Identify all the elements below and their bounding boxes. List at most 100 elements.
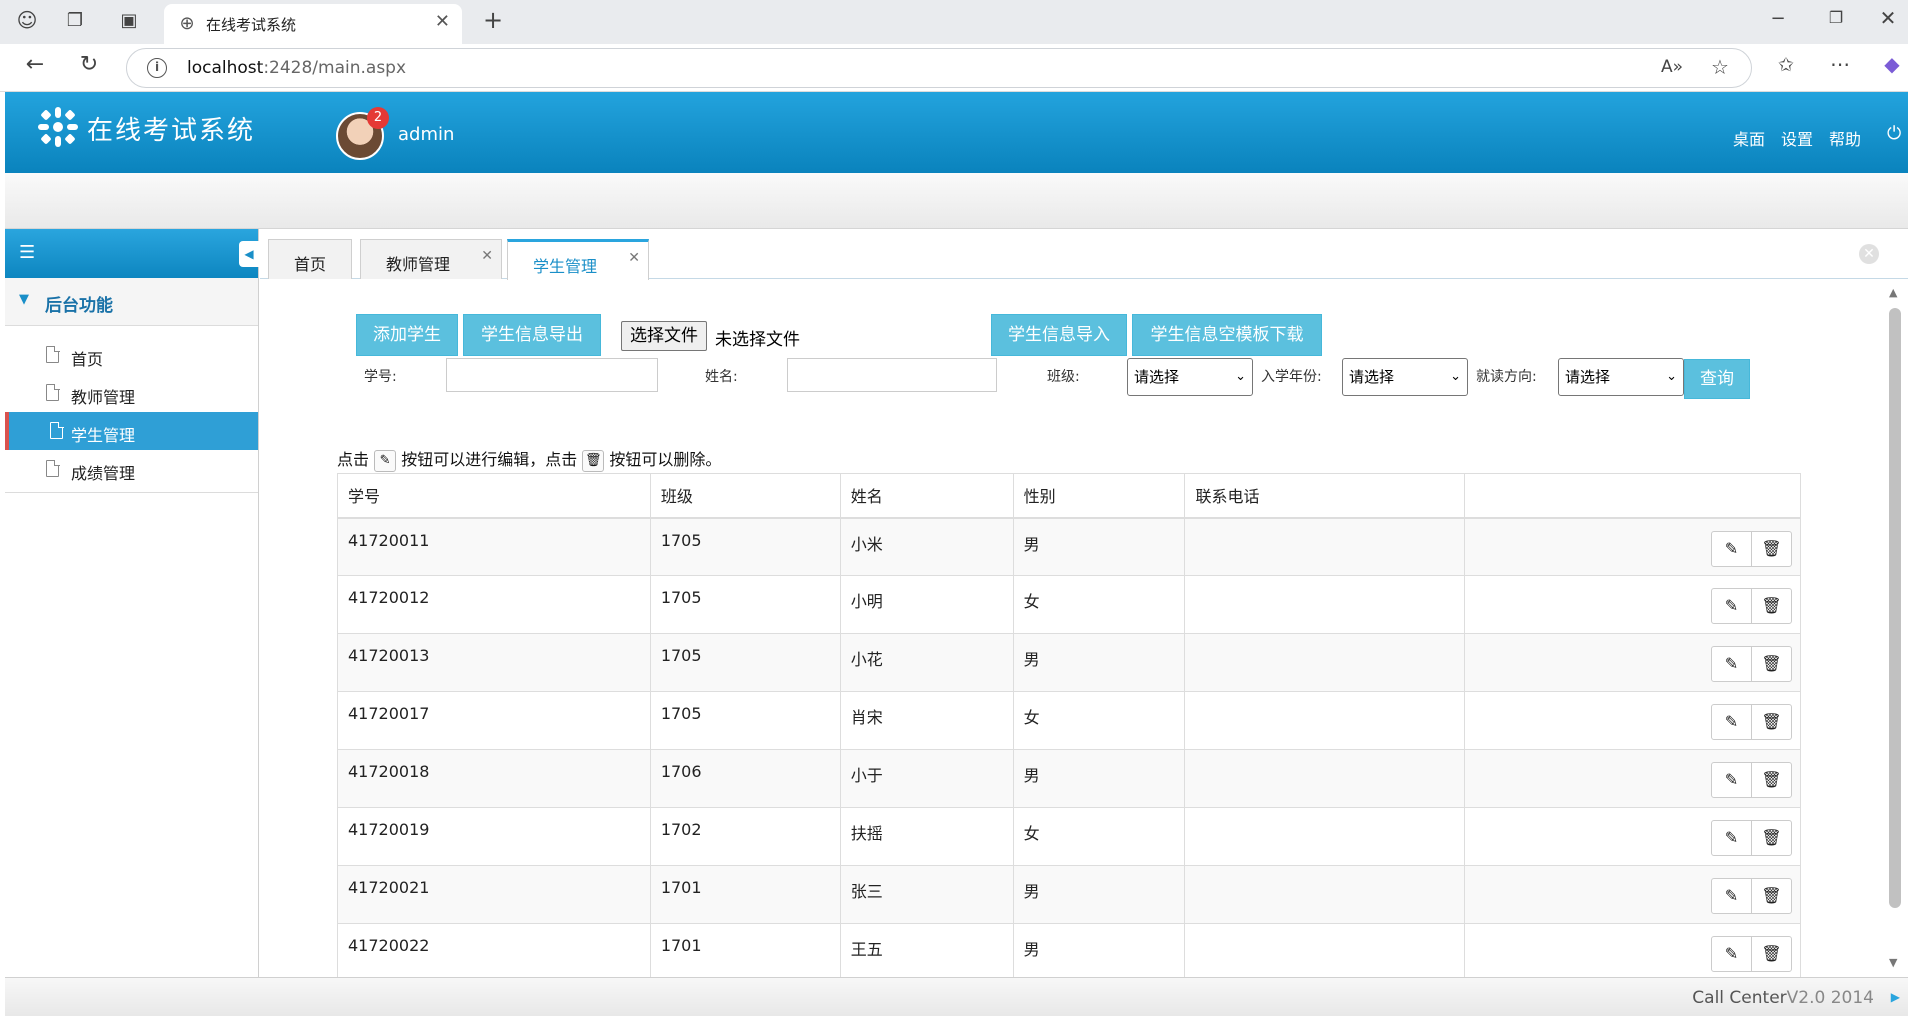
delete-button[interactable]: 🗑 [1751, 820, 1792, 856]
template-download-button[interactable]: 学生信息空模板下载 [1132, 314, 1322, 356]
sidebar-divider [5, 492, 258, 493]
collections-icon[interactable]: ❐ [62, 10, 88, 34]
app-title: 在线考试系统 [87, 116, 256, 146]
student-no-label: 学号: [364, 369, 397, 385]
more-icon[interactable]: ⋯ [1826, 52, 1854, 80]
delete-button[interactable]: 🗑 [1751, 704, 1792, 740]
add-student-button[interactable]: 添加学生 [356, 314, 458, 356]
scrollbar-thumb[interactable] [1889, 308, 1901, 908]
profile-icon[interactable]: ☺ [12, 8, 42, 36]
sidebar-section-header[interactable]: ▼ 后台功能 [5, 278, 258, 326]
chevron-down-icon: ⌄ [1235, 369, 1246, 384]
address-bar[interactable]: i localhost:2428/main.aspx A» ☆ [126, 48, 1752, 88]
close-all-tabs-icon[interactable]: ✕ [1859, 244, 1879, 264]
reload-icon[interactable]: ↻ [74, 52, 104, 82]
tab-students[interactable]: 学生管理 ✕ [507, 239, 649, 280]
table-cell: 男 [1012, 749, 1186, 808]
read-aloud-icon[interactable]: A» [1659, 57, 1685, 81]
student-table: 学号 班级 姓名 性别 联系电话 41720011 1705 小米男 ✎ 🗑 417200… [337, 473, 1801, 977]
sidebar-item-grades[interactable]: 成绩管理 [5, 450, 258, 488]
close-tab-icon[interactable]: ✕ [628, 250, 640, 266]
browser-tab-active[interactable]: ⊕ 在线考试系统 ✕ [164, 4, 462, 44]
hint-text: 点击 ✎ 按钮可以进行编辑，点击 🗑 按钮可以删除。 [337, 446, 721, 472]
table-cell: 1705 [649, 691, 841, 750]
table-cell: 41720019 [337, 807, 651, 866]
delete-button[interactable]: 🗑 [1751, 762, 1792, 798]
year-label: 入学年份: [1261, 369, 1322, 385]
edit-button[interactable]: ✎ [1711, 646, 1752, 682]
export-button[interactable]: 学生信息导出 [463, 314, 601, 356]
edit-button[interactable]: ✎ [1711, 762, 1752, 798]
window-close-icon[interactable]: ✕ [1874, 6, 1902, 36]
footer-arrow-icon[interactable]: ▶ [1891, 990, 1900, 1004]
sidebar-toolbar: ☰ ◀ [5, 229, 259, 278]
restore-icon[interactable]: ❐ [1822, 8, 1850, 34]
tab-label: 首页 [293, 255, 326, 274]
import-button[interactable]: 学生信息导入 [991, 314, 1127, 356]
scroll-up-icon[interactable]: ▲ [1889, 286, 1897, 299]
nav-settings[interactable]: 设置 [1781, 126, 1813, 150]
power-icon[interactable]: ⏻ [1887, 123, 1901, 144]
class-select[interactable]: 请选择 ⌄ [1127, 358, 1253, 396]
edit-button[interactable]: ✎ [1711, 936, 1752, 972]
close-icon[interactable]: ✕ [435, 11, 450, 32]
copilot-icon[interactable]: ◆ [1878, 52, 1906, 80]
close-tab-icon[interactable]: ✕ [481, 248, 493, 264]
query-button[interactable]: 查询 [1684, 359, 1750, 399]
table-cell: 扶摇 [839, 807, 1014, 866]
vertical-scrollbar[interactable]: ▲ ▼ [1882, 280, 1908, 977]
class-label: 班级: [1047, 369, 1080, 385]
content-tabs: 首页 教师管理 ✕ 学生管理 ✕ [260, 229, 1908, 280]
name-input[interactable] [787, 358, 997, 392]
delete-button[interactable]: 🗑 [1751, 646, 1792, 682]
favorites-list-icon[interactable]: ✩ [1772, 54, 1800, 80]
back-icon[interactable]: ← [20, 52, 50, 82]
minimize-icon[interactable]: − [1764, 8, 1792, 34]
vertical-tabs-icon[interactable]: ▣ [116, 10, 142, 34]
chevron-down-icon: ⌄ [1450, 369, 1461, 384]
collapse-sidebar-icon[interactable]: ◀ [239, 241, 259, 267]
url-text[interactable]: localhost:2428/main.aspx [187, 58, 406, 78]
favorite-icon[interactable]: ☆ [1707, 55, 1733, 81]
username[interactable]: admin [398, 124, 454, 145]
table-row: 41720021 1701 张三男 ✎ 🗑 [337, 865, 1801, 924]
table-cell: 1701 [649, 923, 841, 977]
sidebar-item-home[interactable]: 首页 [5, 336, 258, 374]
sidebar-item-teachers[interactable]: 教师管理 [5, 374, 258, 412]
delete-button[interactable]: 🗑 [1751, 588, 1792, 624]
nav-desktop[interactable]: 桌面 [1733, 126, 1765, 150]
new-tab-icon[interactable]: + [480, 6, 506, 36]
list-icon[interactable]: ☰ [19, 242, 35, 263]
direction-select[interactable]: 请选择 ⌄ [1558, 358, 1684, 396]
delete-button[interactable]: 🗑 [1751, 530, 1792, 567]
student-no-input[interactable] [446, 358, 658, 392]
table-cell: 41720013 [337, 633, 651, 692]
hint-part-2: 按钮可以进行编辑，点击 [401, 450, 578, 469]
year-select[interactable]: 请选择 ⌄ [1342, 358, 1468, 396]
edit-button[interactable]: ✎ [1711, 704, 1752, 740]
table-cell: 41720021 [337, 865, 651, 924]
table-cell: 41720011 [337, 517, 651, 576]
edit-button[interactable]: ✎ [1711, 588, 1752, 624]
edit-button[interactable]: ✎ [1711, 820, 1752, 856]
column-header: 联系电话 [1184, 473, 1466, 519]
delete-button[interactable]: 🗑 [1751, 936, 1792, 972]
table-cell: 肖宋 [839, 691, 1014, 750]
sidebar-item-students[interactable]: 学生管理 [5, 412, 258, 450]
table-cell [1184, 865, 1466, 924]
edit-button[interactable]: ✎ [1711, 878, 1752, 914]
info-icon[interactable]: i [147, 58, 167, 78]
edit-button[interactable]: ✎ [1711, 530, 1752, 567]
choose-file-button[interactable]: 选择文件 [621, 321, 707, 351]
nav-help[interactable]: 帮助 [1829, 126, 1861, 150]
table-row: 41720012 1705 小明女 ✎ 🗑 [337, 575, 1801, 634]
table-cell: 1706 [649, 749, 841, 808]
delete-button[interactable]: 🗑 [1751, 878, 1792, 914]
scroll-down-icon[interactable]: ▼ [1889, 956, 1897, 969]
notification-badge[interactable]: 2 [367, 107, 389, 129]
app-header: 在线考试系统 2 admin 桌面 设置 帮助 ⏻ [5, 92, 1908, 173]
table-cell: 小明 [839, 575, 1014, 634]
sidebar-item-label: 学生管理 [71, 426, 136, 445]
tab-home[interactable]: 首页 [268, 239, 352, 279]
tab-teachers[interactable]: 教师管理 ✕ [360, 239, 502, 279]
